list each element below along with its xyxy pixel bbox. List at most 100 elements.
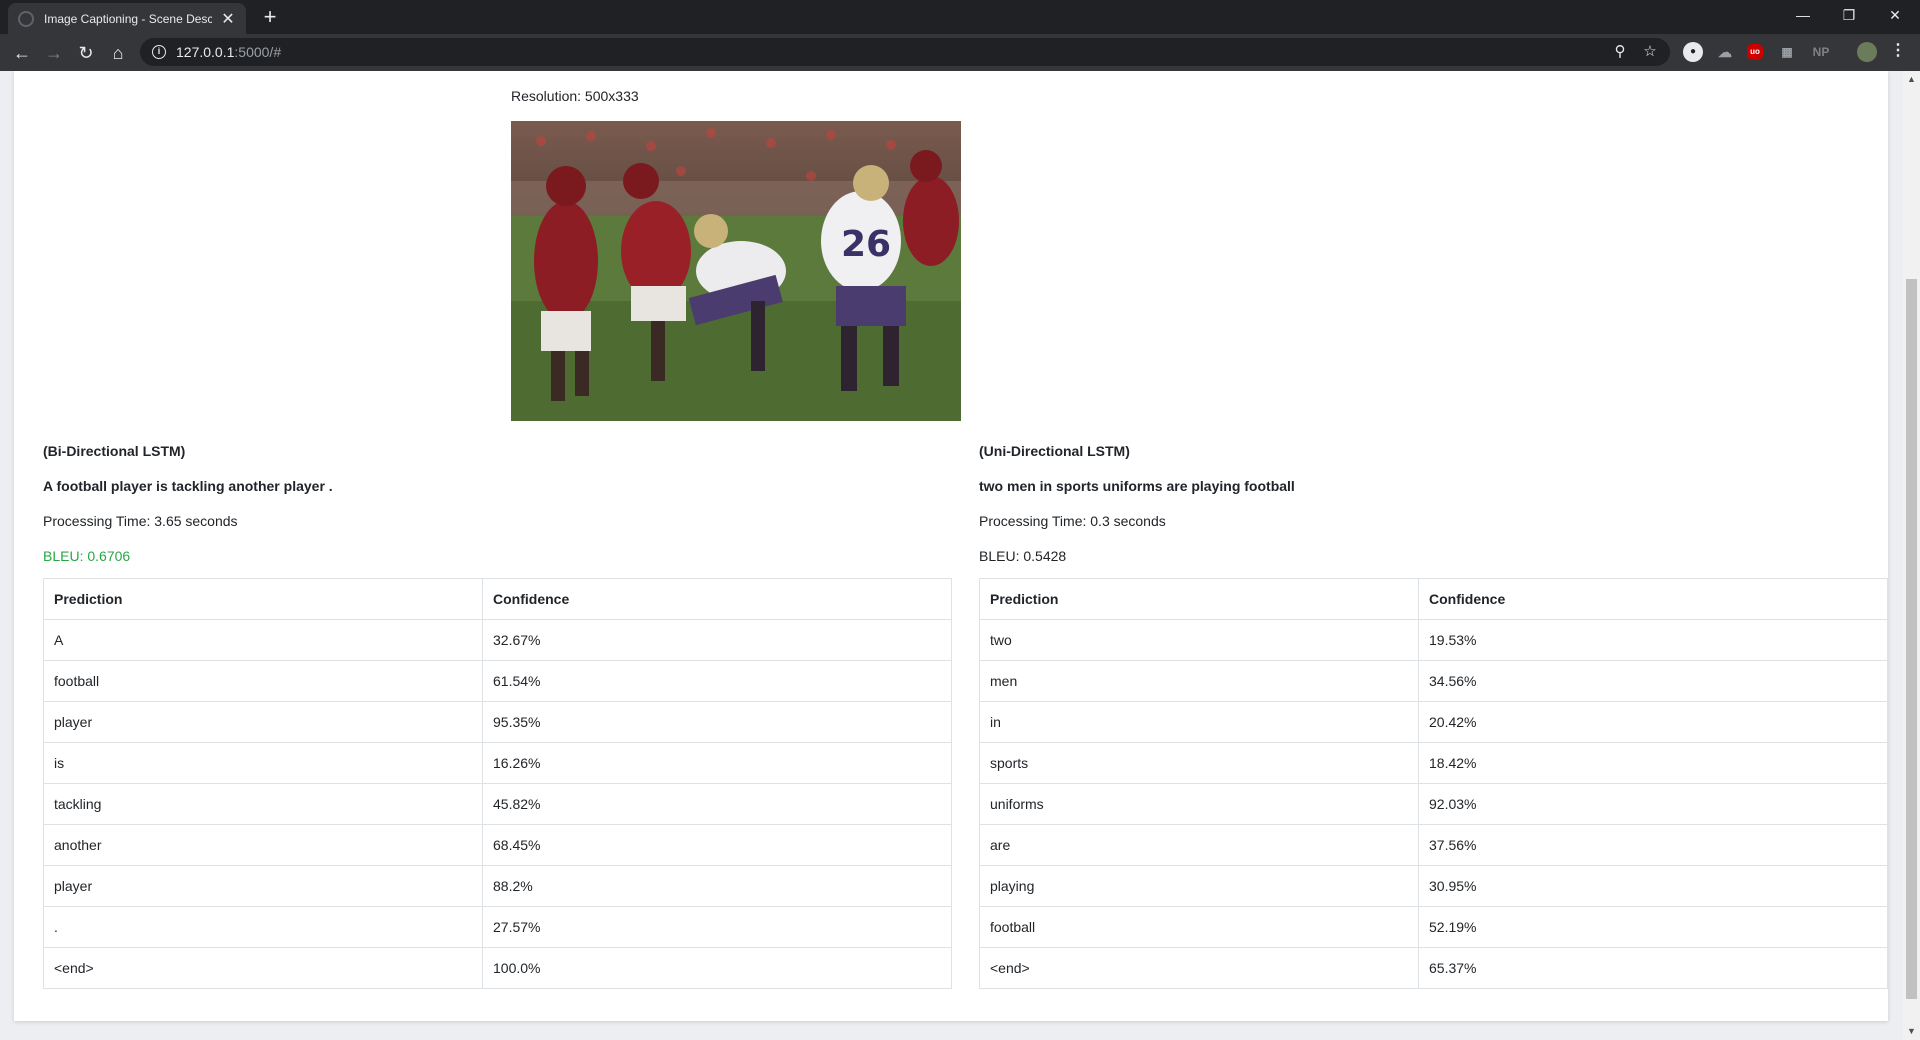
table-row: uniforms 92.03% — [979, 783, 1888, 825]
prediction-table: Prediction Confidence two 19.53% men 34.56… — [979, 578, 1888, 989]
table-row: player 95.35% — [43, 701, 952, 743]
back-icon[interactable]: ← — [8, 39, 36, 67]
window-close-icon[interactable]: ✕ — [1872, 0, 1918, 30]
minimize-icon[interactable]: — — [1780, 0, 1826, 30]
prediction-word: playing — [979, 865, 1419, 907]
confidence-value: 19.53% — [1418, 619, 1888, 661]
table-row: are 37.56% — [979, 824, 1888, 866]
prediction-word: football — [43, 660, 483, 702]
confidence-value: 30.95% — [1418, 865, 1888, 907]
address-bar[interactable]: i 127.0.0.1 :5000/# ⚲ ☆ — [140, 38, 1670, 66]
confidence-value: 45.82% — [482, 783, 952, 825]
table-row: two 19.53% — [979, 619, 1888, 661]
bi-lstm-results: (Bi-Directional LSTM) A football player … — [43, 443, 952, 989]
bleu-score: BLEU: 0.6706 — [43, 548, 131, 564]
prediction-table: Prediction Confidence A 32.67% football 61… — [43, 578, 952, 989]
table-header-row: Prediction Confidence — [43, 578, 952, 620]
confidence-value: 52.19% — [1418, 906, 1888, 948]
table-row: is 16.26% — [43, 742, 952, 784]
confidence-value: 34.56% — [1418, 660, 1888, 702]
table-row: A 32.67% — [43, 619, 952, 661]
confidence-value: 65.37% — [1418, 947, 1888, 989]
prediction-word: uniforms — [979, 783, 1419, 825]
table-row: playing 30.95% — [979, 865, 1888, 907]
scroll-thumb[interactable] — [1906, 279, 1917, 999]
processing-time: Processing Time: 3.65 seconds — [43, 513, 238, 529]
prediction-word: . — [43, 906, 483, 948]
model-title: (Bi-Directional LSTM) — [43, 443, 186, 459]
column-header-prediction: Prediction — [43, 578, 483, 620]
table-row: player 88.2% — [43, 865, 952, 907]
vertical-scrollbar[interactable]: ▲ ▼ — [1903, 71, 1920, 1040]
browser-titlebar: Image Captioning - Scene Description ✕ +… — [0, 0, 1920, 34]
confidence-value: 100.0% — [482, 947, 952, 989]
prediction-word: <end> — [979, 947, 1419, 989]
zoom-icon[interactable]: ⚲ — [1610, 42, 1630, 60]
prediction-word: football — [979, 906, 1419, 948]
image-resolution: Resolution: 500x333 — [511, 88, 639, 104]
model-title: (Uni-Directional LSTM) — [979, 443, 1130, 459]
table-row: football 52.19% — [979, 906, 1888, 948]
table-row: <end> 100.0% — [43, 947, 952, 989]
confidence-value: 20.42% — [1418, 701, 1888, 743]
table-row: sports 18.42% — [979, 742, 1888, 784]
prediction-word: A — [43, 619, 483, 661]
prediction-word: tackling — [43, 783, 483, 825]
prediction-word: another — [43, 824, 483, 866]
prediction-word: is — [43, 742, 483, 784]
prediction-word: men — [979, 660, 1419, 702]
scroll-down-icon[interactable]: ▼ — [1903, 1023, 1920, 1040]
url-path: :5000/# — [234, 44, 282, 60]
prediction-word: player — [43, 701, 483, 743]
new-tab-button[interactable]: + — [258, 6, 282, 30]
menu-icon[interactable]: ⋮ — [1888, 42, 1908, 62]
prediction-word: <end> — [43, 947, 483, 989]
site-info-icon[interactable]: i — [152, 45, 166, 59]
confidence-value: 16.26% — [482, 742, 952, 784]
confidence-value: 95.35% — [482, 701, 952, 743]
column-header-confidence: Confidence — [482, 578, 952, 620]
profile-avatar[interactable] — [1857, 42, 1877, 62]
forward-icon[interactable]: → — [40, 39, 68, 67]
confidence-value: 92.03% — [1418, 783, 1888, 825]
column-header-confidence: Confidence — [1418, 578, 1888, 620]
confidence-value: 27.57% — [482, 906, 952, 948]
restore-icon[interactable]: ❐ — [1826, 0, 1872, 30]
favicon-icon — [18, 10, 34, 27]
browser-tab[interactable]: Image Captioning - Scene Description ✕ — [8, 3, 246, 34]
confidence-value: 68.45% — [482, 824, 952, 866]
svg-text:26: 26 — [841, 224, 891, 265]
bookmark-star-icon[interactable]: ☆ — [1640, 42, 1660, 60]
predicted-caption: A football player is tackling another pl… — [43, 478, 333, 494]
table-row: in 20.42% — [979, 701, 1888, 743]
processing-time: Processing Time: 0.3 seconds — [979, 513, 1166, 529]
np-extension-icon[interactable]: NP — [1809, 42, 1833, 62]
scroll-up-icon[interactable]: ▲ — [1903, 71, 1920, 88]
confidence-value: 18.42% — [1418, 742, 1888, 784]
reload-icon[interactable]: ↻ — [72, 39, 100, 67]
browser-toolbar: ← → ↻ ⌂ i 127.0.0.1 :5000/# ⚲ ☆ ● ☁ uo ▦… — [0, 34, 1920, 71]
uni-lstm-results: (Uni-Directional LSTM) two men in sports… — [979, 443, 1888, 989]
extension-icon[interactable]: ● — [1683, 42, 1703, 62]
url-host: 127.0.0.1 — [176, 44, 235, 60]
table-header-row: Prediction Confidence — [979, 578, 1888, 620]
column-header-prediction: Prediction — [979, 578, 1419, 620]
table-row: football 61.54% — [43, 660, 952, 702]
confidence-value: 32.67% — [482, 619, 952, 661]
bleu-score: BLEU: 0.5428 — [979, 548, 1067, 564]
tab-close-icon[interactable]: ✕ — [220, 9, 236, 29]
home-icon[interactable]: ⌂ — [104, 39, 132, 67]
table-row: tackling 45.82% — [43, 783, 952, 825]
prediction-word: player — [43, 865, 483, 907]
qr-code-icon[interactable]: ▦ — [1777, 42, 1797, 62]
confidence-value: 61.54% — [482, 660, 952, 702]
tab-title: Image Captioning - Scene Description — [44, 11, 212, 26]
table-row: <end> 65.37% — [979, 947, 1888, 989]
confidence-value: 88.2% — [482, 865, 952, 907]
prediction-word: sports — [979, 742, 1419, 784]
ublock-icon[interactable]: uo — [1747, 44, 1763, 60]
prediction-word: two — [979, 619, 1419, 661]
table-row: another 68.45% — [43, 824, 952, 866]
table-row: . 27.57% — [43, 906, 952, 948]
extension-cloud-icon[interactable]: ☁ — [1715, 42, 1735, 62]
